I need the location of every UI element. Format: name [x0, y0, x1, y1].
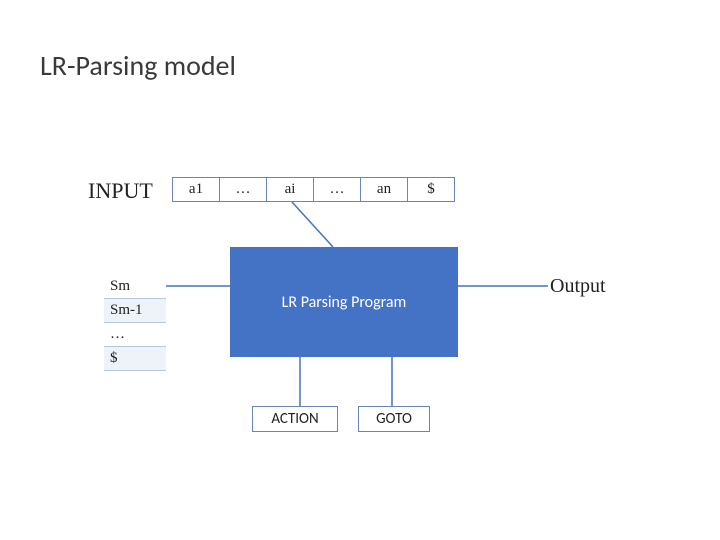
input-label: INPUT: [88, 178, 153, 204]
stack-cell: $: [104, 347, 166, 371]
input-cell: a1: [172, 177, 220, 202]
stack-cell: …: [104, 323, 166, 347]
input-cell: an: [360, 177, 408, 202]
goto-table-box: GOTO: [358, 406, 430, 432]
input-cell: $: [407, 177, 455, 202]
input-cell: …: [219, 177, 267, 202]
lr-parsing-program-box: LR Parsing Program: [230, 247, 458, 357]
stack: Sm Sm-1 … $: [104, 275, 166, 371]
page-title: LR-Parsing model: [40, 48, 236, 83]
stack-cell: Sm: [104, 275, 166, 299]
program-label: LR Parsing Program: [282, 293, 407, 312]
input-cell: …: [313, 177, 361, 202]
goto-label: GOTO: [376, 410, 412, 428]
action-label: ACTION: [271, 410, 318, 428]
stack-cell: Sm-1: [104, 299, 166, 323]
output-label: Output: [550, 275, 606, 298]
input-cell: ai: [266, 177, 314, 202]
input-tape: a1 … ai … an $: [172, 177, 455, 202]
action-table-box: ACTION: [252, 406, 338, 432]
